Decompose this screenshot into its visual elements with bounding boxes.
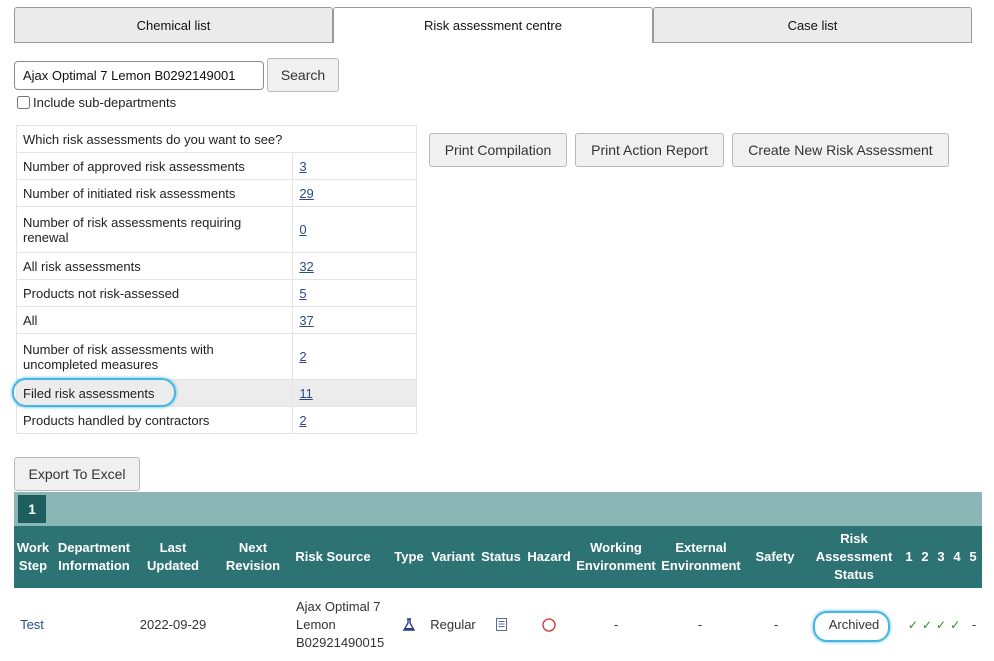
print-action-report-button[interactable]: Print Action Report xyxy=(575,133,724,167)
filter-link-contractors[interactable]: 2 xyxy=(299,413,306,428)
export-to-excel-button[interactable]: Export To Excel xyxy=(14,457,140,491)
col-header-working-environment[interactable]: Working Environment xyxy=(574,526,658,588)
work-step-link[interactable]: Test xyxy=(20,616,44,634)
col-header-external-environment[interactable]: External Environment xyxy=(660,526,742,588)
filter-label-initiated: Number of initiated risk assessments xyxy=(15,179,294,207)
completion-checks: ✓ ✓ ✓ ✓ xyxy=(902,588,966,661)
filter-link-requiring-renewal[interactable]: 0 xyxy=(299,222,306,237)
col-header-risk-source[interactable]: Risk Source xyxy=(294,526,372,588)
external-environment-cell: - xyxy=(697,616,703,632)
filter-label-all-risk-assessments: All risk assessments xyxy=(15,252,294,280)
col-header-type[interactable]: Type xyxy=(392,526,426,588)
safety-cell: - xyxy=(773,616,779,632)
search-input[interactable] xyxy=(14,61,264,90)
col-header-1[interactable]: 1 xyxy=(902,526,916,588)
results-grid-header: Work Step Department Information Last Up… xyxy=(14,526,982,588)
create-new-risk-assessment-button[interactable]: Create New Risk Assessment xyxy=(732,133,949,167)
col-header-safety[interactable]: Safety xyxy=(750,526,800,588)
risk-assessment-filter-table: Which risk assessments do you want to se… xyxy=(15,125,417,434)
status-document-icon[interactable] xyxy=(490,588,512,661)
table-row[interactable]: Test 2022-09-29 Ajax Optimal 7 Lemon B02… xyxy=(14,588,982,661)
filter-table-header: Which risk assessments do you want to se… xyxy=(16,125,417,153)
col-header-hazard[interactable]: Hazard xyxy=(524,526,574,588)
col-header-next-revision[interactable]: Next Revision xyxy=(222,526,284,588)
col-header-risk-assessment-status[interactable]: Risk Assessment Status xyxy=(812,526,896,588)
tab-bar: Chemical list Risk assessment centre Cas… xyxy=(14,7,972,43)
risk-assessment-status-cell: Archived xyxy=(828,616,880,632)
filter-link-initiated[interactable]: 29 xyxy=(299,186,313,201)
search-button[interactable]: Search xyxy=(267,58,339,92)
filter-link-not-risk-assessed[interactable]: 5 xyxy=(299,286,306,301)
filter-link-all-risk-assessments[interactable]: 32 xyxy=(299,259,313,274)
include-subdepartments-checkbox[interactable] xyxy=(17,96,30,109)
variant-cell: Regular xyxy=(430,616,476,632)
col-header-3[interactable]: 3 xyxy=(934,526,948,588)
filter-label-all: All xyxy=(15,306,294,334)
filter-label-contractors: Products handled by contractors xyxy=(15,406,294,434)
column-5-cell: - xyxy=(971,616,977,632)
col-header-work-step[interactable]: Work Step xyxy=(14,526,52,588)
col-header-4[interactable]: 4 xyxy=(950,526,964,588)
filter-link-all[interactable]: 37 xyxy=(299,313,313,328)
col-header-last-updated[interactable]: Last Updated xyxy=(142,526,204,588)
page-number-button[interactable]: 1 xyxy=(18,495,46,523)
col-header-status[interactable]: Status xyxy=(479,526,523,588)
filter-label-approved: Number of approved risk assessments xyxy=(15,152,294,180)
filter-label-uncompleted-measures: Number of risk assessments with uncomple… xyxy=(15,333,294,380)
pager-bar: 1 xyxy=(14,492,982,526)
col-header-5[interactable]: 5 xyxy=(966,526,980,588)
print-compilation-button[interactable]: Print Compilation xyxy=(429,133,567,167)
check-icon: ✓ xyxy=(936,617,947,632)
risk-source-cell: Ajax Optimal 7 Lemon B02921490015 xyxy=(296,598,385,650)
col-header-variant[interactable]: Variant xyxy=(428,526,478,588)
type-flask-icon xyxy=(398,588,420,661)
check-icon: ✓ xyxy=(907,617,918,632)
hazard-circle-icon xyxy=(538,588,560,661)
filter-label-requiring-renewal: Number of risk assessments requiring ren… xyxy=(15,206,294,253)
tab-case-list[interactable]: Case list xyxy=(653,7,972,43)
last-updated-cell: 2022-09-29 xyxy=(139,616,207,632)
col-header-2[interactable]: 2 xyxy=(918,526,932,588)
check-icon: ✓ xyxy=(921,617,932,632)
include-subdepartments-label: Include sub-departments xyxy=(33,95,177,110)
filter-label-filed: Filed risk assessments xyxy=(15,379,294,407)
tab-risk-assessment-centre[interactable]: Risk assessment centre xyxy=(333,7,653,43)
filter-link-approved[interactable]: 3 xyxy=(299,159,306,174)
filter-link-filed[interactable]: 11 xyxy=(299,386,313,401)
include-subdepartments-option[interactable]: Include sub-departments xyxy=(17,95,176,110)
col-header-department[interactable]: Department Information xyxy=(54,526,134,588)
tab-chemical-list[interactable]: Chemical list xyxy=(14,7,333,43)
filter-label-not-risk-assessed: Products not risk-assessed xyxy=(15,279,294,307)
working-environment-cell: - xyxy=(613,616,619,632)
filter-link-uncompleted-measures[interactable]: 2 xyxy=(299,349,306,364)
check-icon: ✓ xyxy=(950,617,961,632)
